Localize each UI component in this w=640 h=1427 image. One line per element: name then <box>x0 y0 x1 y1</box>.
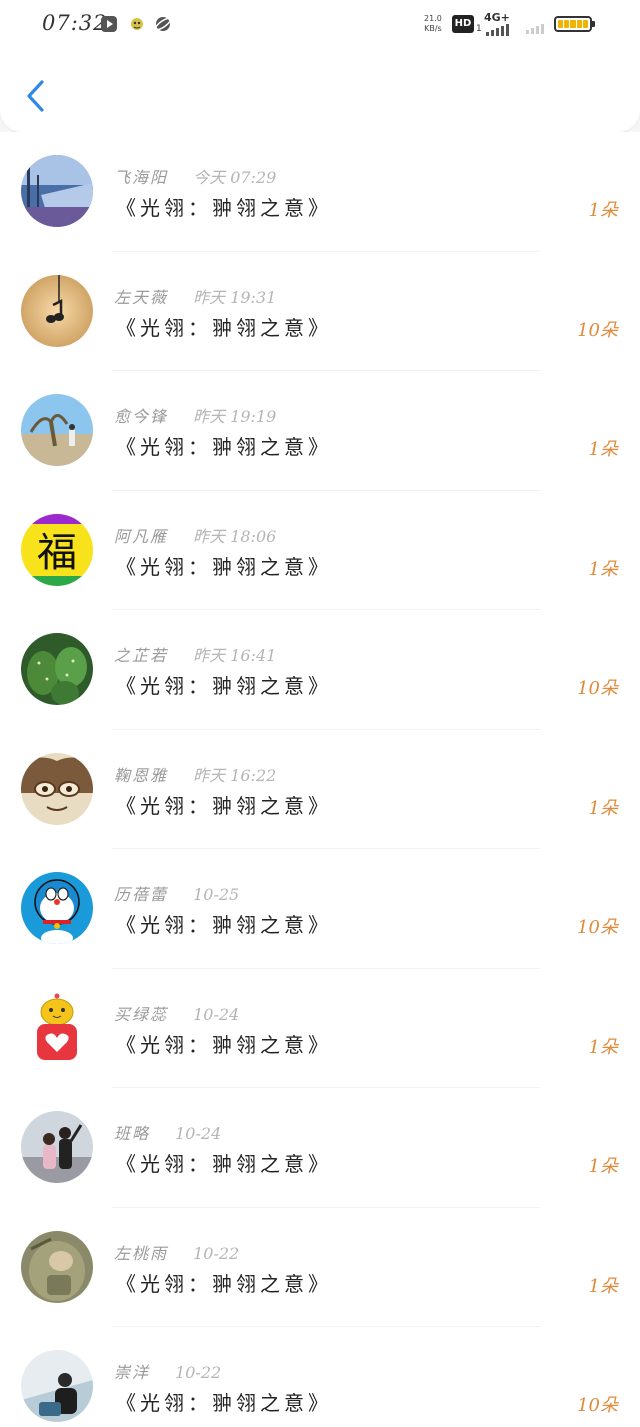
book-title: 《光翎：翀翎之意》 <box>116 435 332 459</box>
sender-meta: 阿凡雁 昨天 18:06 <box>114 523 276 547</box>
sender-name: 历蓓蕾 <box>114 885 169 904</box>
book-title: 《光翎：翀翎之意》 <box>116 793 332 818</box>
book-title: 《光翎：翀翎之意》 <box>116 674 332 698</box>
sender-meta: 班略 10-24 <box>114 1120 221 1144</box>
planet-icon <box>154 15 172 33</box>
avatar[interactable] <box>21 1230 93 1303</box>
gift-time: 昨天 19:31 <box>193 287 277 307</box>
avatar[interactable]: 福 <box>21 513 93 586</box>
avatar[interactable] <box>21 991 93 1064</box>
avatar[interactable] <box>21 274 93 347</box>
status-time: 07:32 <box>42 11 108 35</box>
header: 07:32 21.0 KB/s HD 1 4G+ <box>0 0 640 132</box>
book-title: 《光翎：翀翎之意》 <box>116 1391 332 1415</box>
svg-text:福: 福 <box>37 530 77 576</box>
gift-list-screen: 07:32 21.0 KB/s HD 1 4G+ 飞海阳 今天 07:29 《光… <box>0 0 640 1427</box>
avatar[interactable] <box>21 1111 93 1183</box>
sender-name: 飞海阳 <box>114 168 169 187</box>
battery-icon <box>554 16 595 32</box>
net-speed: 21.0 KB/s <box>424 14 442 33</box>
gift-amount: 1朵 <box>588 200 618 221</box>
sender-meta: 左桃雨 10-22 <box>114 1240 239 1264</box>
gift-time: 昨天 19:19 <box>193 407 277 426</box>
sender-meta: 历蓓蕾 10-25 <box>114 881 239 905</box>
sender-name: 崇洋 <box>114 1363 151 1382</box>
gift-time: 10-25 <box>193 885 240 904</box>
avatar[interactable] <box>21 394 93 466</box>
hd-sub: 1 <box>476 24 482 34</box>
sender-name: 鞠恩雅 <box>114 765 169 785</box>
gift-time: 昨天 16:22 <box>193 765 277 785</box>
list-item[interactable]: 班略 10-24 《光翎：翀翎之意》 1朵 <box>0 1088 640 1208</box>
avatar[interactable] <box>21 633 93 705</box>
network-type: 4G+ <box>484 11 510 24</box>
gift-amount: 10朵 <box>577 319 618 341</box>
sender-name: 之芷若 <box>114 646 169 665</box>
book-title: 《光翎：翀翎之意》 <box>116 554 332 579</box>
sender-meta: 左天薇 昨天 19:31 <box>114 284 276 308</box>
list-item[interactable]: 鞠恩雅 昨天 16:22 《光翎：翀翎之意》 1朵 <box>0 729 640 849</box>
gift-time: 今天 07:29 <box>193 168 277 187</box>
sender-name: 班略 <box>114 1124 151 1143</box>
status-bar: 07:32 21.0 KB/s HD 1 4G+ <box>0 0 640 50</box>
list-item[interactable]: 福 阿凡雁 昨天 18:06 《光翎：翀翎之意》 1朵 <box>0 490 640 610</box>
book-title: 《光翎：翀翎之意》 <box>116 1032 332 1057</box>
list-item[interactable]: 飞海阳 今天 07:29 《光翎：翀翎之意》 1朵 <box>0 132 640 252</box>
sender-meta: 崇洋 10-22 <box>114 1359 221 1383</box>
avatar[interactable] <box>21 872 93 944</box>
gift-amount: 10朵 <box>577 678 618 699</box>
back-button[interactable] <box>18 74 54 118</box>
gift-record-list: 飞海阳 今天 07:29 《光翎：翀翎之意》 1朵 左天薇 昨天 19:31 《… <box>0 132 640 1427</box>
sender-meta: 愈今锋 昨天 19:19 <box>114 403 276 427</box>
gift-amount: 1朵 <box>588 1036 618 1058</box>
bird-icon <box>128 15 146 33</box>
sender-meta: 之芷若 昨天 16:41 <box>114 642 276 666</box>
list-item[interactable]: 历蓓蕾 10-25 《光翎：翀翎之意》 10朵 <box>0 849 640 969</box>
list-item[interactable]: 左桃雨 10-22 《光翎：翀翎之意》 1朵 <box>0 1207 640 1327</box>
list-item[interactable]: 买绿蕊 10-24 《光翎：翀翎之意》 1朵 <box>0 968 640 1088</box>
book-title: 《光翎：翀翎之意》 <box>116 1152 332 1176</box>
gift-amount: 10朵 <box>577 1395 618 1416</box>
sender-name: 愈今锋 <box>114 407 169 426</box>
avatar[interactable] <box>21 155 93 227</box>
avatar[interactable] <box>21 752 93 825</box>
list-item[interactable]: 愈今锋 昨天 19:19 《光翎：翀翎之意》 1朵 <box>0 371 640 491</box>
signal-weak-icon <box>526 24 544 34</box>
hd-badge: HD <box>452 15 474 33</box>
play-icon <box>100 15 118 33</box>
chevron-left-icon <box>27 80 44 112</box>
sender-name: 左天薇 <box>114 287 169 307</box>
gift-amount: 1朵 <box>588 1275 618 1297</box>
list-item[interactable]: 之芷若 昨天 16:41 《光翎：翀翎之意》 10朵 <box>0 610 640 730</box>
sender-meta: 飞海阳 今天 07:29 <box>114 164 276 188</box>
gift-time: 昨天 16:41 <box>193 646 277 665</box>
sender-meta: 鞠恩雅 昨天 16:22 <box>114 762 276 786</box>
book-title: 《光翎：翀翎之意》 <box>116 315 332 340</box>
book-title: 《光翎：翀翎之意》 <box>116 1271 332 1296</box>
signal-icon <box>486 24 509 36</box>
sender-meta: 买绿蕊 10-24 <box>114 1001 239 1025</box>
gift-amount: 1朵 <box>588 439 618 460</box>
sender-name: 左桃雨 <box>114 1243 169 1263</box>
gift-amount: 1朵 <box>588 558 618 580</box>
gift-time: 10-24 <box>193 1004 240 1024</box>
avatar[interactable] <box>21 1350 93 1422</box>
gift-time: 10-22 <box>193 1243 240 1263</box>
book-title: 《光翎：翀翎之意》 <box>116 913 332 937</box>
gift-time: 昨天 18:06 <box>193 526 277 546</box>
list-item[interactable]: 崇洋 10-22 《光翎：翀翎之意》 10朵 <box>0 1327 640 1427</box>
gift-amount: 1朵 <box>588 797 618 819</box>
book-title: 《光翎：翀翎之意》 <box>116 196 332 220</box>
list-item[interactable]: 左天薇 昨天 19:31 《光翎：翀翎之意》 10朵 <box>0 251 640 371</box>
gift-time: 10-24 <box>175 1124 222 1143</box>
gift-amount: 10朵 <box>577 917 618 938</box>
gift-amount: 1朵 <box>588 1156 618 1177</box>
sender-name: 阿凡雁 <box>114 526 169 546</box>
gift-time: 10-22 <box>175 1363 222 1382</box>
sender-name: 买绿蕊 <box>114 1004 169 1024</box>
